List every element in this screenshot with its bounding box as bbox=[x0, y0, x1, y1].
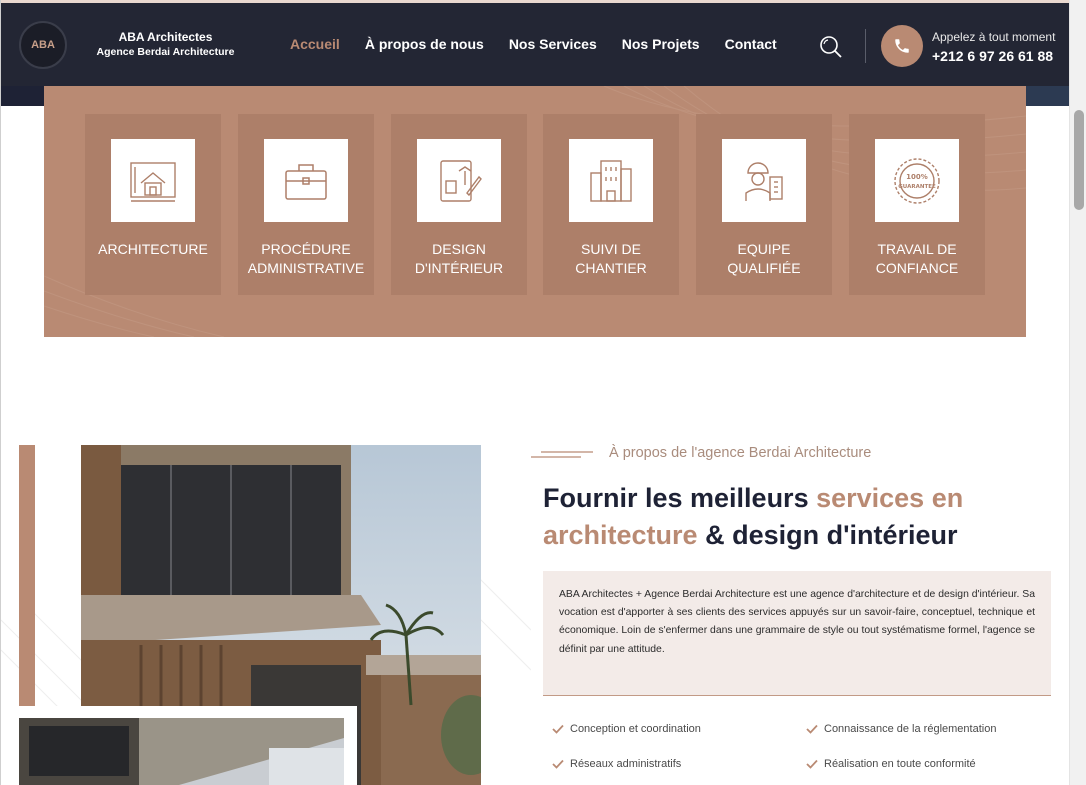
phone-number[interactable]: +212 6 97 26 61 88 bbox=[932, 48, 1053, 64]
svg-text:GUARANTEE: GUARANTEE bbox=[898, 184, 936, 190]
description-text: ABA Architectes + Agence Berdai Architec… bbox=[559, 589, 1035, 655]
hero-strip-image bbox=[1026, 86, 1069, 106]
service-label: SUIVI DE CHANTIER bbox=[575, 241, 647, 276]
service-card-design[interactable]: DESIGN D'INTÉRIEUR bbox=[391, 114, 527, 295]
brand-name: ABA Architectes bbox=[118, 30, 213, 44]
service-card-chantier[interactable]: SUIVI DE CHANTIER bbox=[543, 114, 679, 295]
kicker-lines bbox=[531, 451, 593, 458]
check-icon bbox=[552, 724, 564, 734]
call-label: Appelez à tout moment bbox=[932, 30, 1056, 44]
site-header: ABA ABA Architectes Agence Berdai Archit… bbox=[1, 0, 1069, 86]
main-nav: Accueil À propos de nous Nos Services No… bbox=[290, 36, 777, 52]
service-label: ARCHITECTURE bbox=[98, 241, 208, 257]
interior-design-icon bbox=[417, 139, 501, 222]
page: ABA ABA Architectes Agence Berdai Archit… bbox=[0, 0, 1086, 785]
service-card-architecture[interactable]: ARCHITECTURE bbox=[85, 114, 221, 295]
service-label: EQUIPE QUALIFIÉE bbox=[727, 241, 801, 276]
check-icon bbox=[806, 724, 818, 734]
nav-item-projets[interactable]: Nos Projets bbox=[622, 36, 700, 52]
page-scrollbar[interactable] bbox=[1069, 0, 1086, 785]
logo-text: ABA bbox=[31, 39, 55, 51]
nav-item-contact[interactable]: Contact bbox=[725, 36, 777, 52]
building-photo-small bbox=[19, 718, 344, 785]
description-box: ABA Architectes + Agence Berdai Architec… bbox=[543, 571, 1051, 696]
feature-item: Réalisation en toute conformité bbox=[806, 758, 976, 770]
building-icon bbox=[569, 139, 653, 222]
service-label: DESIGN D'INTÉRIEUR bbox=[414, 241, 504, 276]
service-card-equipe[interactable]: EQUIPE QUALIFIÉE bbox=[696, 114, 832, 295]
brand-tagline: Agence Berdai Architecture bbox=[96, 46, 235, 58]
phone-icon bbox=[895, 39, 909, 53]
logo[interactable]: ABA bbox=[19, 21, 67, 69]
phone-button[interactable] bbox=[881, 25, 923, 67]
service-label: TRAVAIL DE CONFIANCE bbox=[875, 241, 959, 276]
check-icon bbox=[552, 759, 564, 769]
brand[interactable]: ABA Architectes Agence Berdai Architectu… bbox=[93, 30, 238, 58]
section-heading: Fournir les meilleurs services en archit… bbox=[543, 483, 964, 550]
section-kicker: À propos de l'agence Berdai Architecture bbox=[609, 445, 872, 461]
guarantee-badge-icon: 100% GUARANTEE bbox=[875, 139, 959, 222]
header-divider bbox=[865, 29, 866, 63]
nav-item-a-propos[interactable]: À propos de nous bbox=[365, 36, 484, 52]
blueprint-house-icon bbox=[111, 139, 195, 222]
engineer-icon bbox=[722, 139, 806, 222]
service-card-procedure[interactable]: PROCÉDURE ADMINISTRATIVE bbox=[238, 114, 374, 295]
nav-item-accueil[interactable]: Accueil bbox=[290, 36, 340, 52]
search-icon[interactable] bbox=[819, 35, 843, 59]
services-panel: ARCHITECTURE PROCÉDURE ADMINISTRATIVE DES… bbox=[44, 86, 1026, 337]
check-icon bbox=[806, 759, 818, 769]
feature-item: Réseaux administratifs bbox=[552, 758, 681, 770]
service-card-confiance[interactable]: 100% GUARANTEE TRAVAIL DE CONFIANCE bbox=[849, 114, 985, 295]
service-label: PROCÉDURE ADMINISTRATIVE bbox=[247, 241, 365, 276]
feature-item: Conception et coordination bbox=[552, 723, 701, 735]
scrollbar-thumb[interactable] bbox=[1074, 110, 1084, 210]
accent-bar bbox=[19, 445, 35, 707]
briefcase-icon bbox=[264, 139, 348, 222]
feature-item: Connaissance de la réglementation bbox=[806, 723, 996, 735]
nav-item-services[interactable]: Nos Services bbox=[509, 36, 597, 52]
svg-text:100%: 100% bbox=[906, 173, 928, 181]
